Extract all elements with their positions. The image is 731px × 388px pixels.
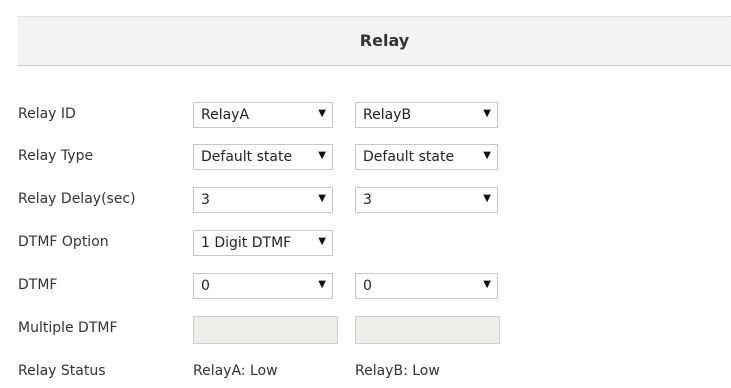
relay-delay-select-a-value: 3 — [201, 192, 210, 208]
relay-type-select-a[interactable]: Default state ▼ — [193, 144, 333, 170]
dtmf-option-label: DTMF Option — [18, 234, 109, 250]
row-dtmf-option: DTMF Option 1 Digit DTMF ▼ — [18, 230, 731, 256]
multiple-dtmf-label: Multiple DTMF — [18, 320, 118, 336]
relay-delay-label: Relay Delay(sec) — [18, 191, 136, 207]
chevron-down-icon: ▼ — [483, 193, 491, 204]
relay-delay-select-b-value: 3 — [363, 192, 372, 208]
row-relay-id: Relay ID RelayA ▼ RelayB ▼ — [18, 102, 731, 128]
row-relay-delay: Relay Delay(sec) 3 ▼ 3 ▼ — [18, 187, 731, 213]
row-multiple-dtmf: Multiple DTMF — [18, 316, 731, 344]
relay-delay-select-a[interactable]: 3 ▼ — [193, 187, 333, 213]
multiple-dtmf-field-a[interactable] — [193, 316, 338, 344]
dtmf-label: DTMF — [18, 277, 58, 293]
chevron-down-icon: ▼ — [483, 279, 491, 290]
relay-type-select-b[interactable]: Default state ▼ — [355, 144, 498, 170]
relay-a-status: RelayA: Low — [193, 363, 278, 379]
relay-type-select-a-value: Default state — [201, 149, 293, 165]
panel-header: Relay — [18, 16, 731, 66]
chevron-down-icon: ▼ — [318, 279, 326, 290]
relay-panel: Relay Relay ID RelayA ▼ RelayB ▼ Relay T… — [18, 16, 731, 388]
row-relay-type: Relay Type Default state ▼ Default state… — [18, 144, 731, 170]
chevron-down-icon: ▼ — [483, 150, 491, 161]
dtmf-select-a[interactable]: 0 ▼ — [193, 273, 333, 299]
relay-id-label: Relay ID — [18, 106, 76, 122]
relay-type-label: Relay Type — [18, 148, 94, 164]
chevron-down-icon: ▼ — [318, 150, 326, 161]
dtmf-option-select[interactable]: 1 Digit DTMF ▼ — [193, 230, 333, 256]
dtmf-select-b-value: 0 — [363, 278, 372, 294]
relay-status-label: Relay Status — [18, 363, 106, 379]
relay-id-select-b[interactable]: RelayB ▼ — [355, 102, 498, 128]
multiple-dtmf-field-b[interactable] — [355, 316, 500, 344]
relay-type-select-b-value: Default state — [363, 149, 455, 165]
row-relay-status: Relay Status RelayA: Low RelayB: Low — [18, 359, 731, 385]
relay-b-status: RelayB: Low — [355, 363, 440, 379]
dtmf-select-b[interactable]: 0 ▼ — [355, 273, 498, 299]
chevron-down-icon: ▼ — [318, 108, 326, 119]
panel-title: Relay — [359, 31, 410, 50]
relay-delay-select-b[interactable]: 3 ▼ — [355, 187, 498, 213]
chevron-down-icon: ▼ — [483, 108, 491, 119]
relay-id-select-a[interactable]: RelayA ▼ — [193, 102, 333, 128]
row-dtmf: DTMF 0 ▼ 0 ▼ — [18, 273, 731, 299]
chevron-down-icon: ▼ — [318, 236, 326, 247]
dtmf-option-select-value: 1 Digit DTMF — [201, 235, 292, 251]
relay-id-select-a-value: RelayA — [201, 107, 250, 123]
relay-id-select-b-value: RelayB — [363, 107, 412, 123]
dtmf-select-a-value: 0 — [201, 278, 210, 294]
chevron-down-icon: ▼ — [318, 193, 326, 204]
